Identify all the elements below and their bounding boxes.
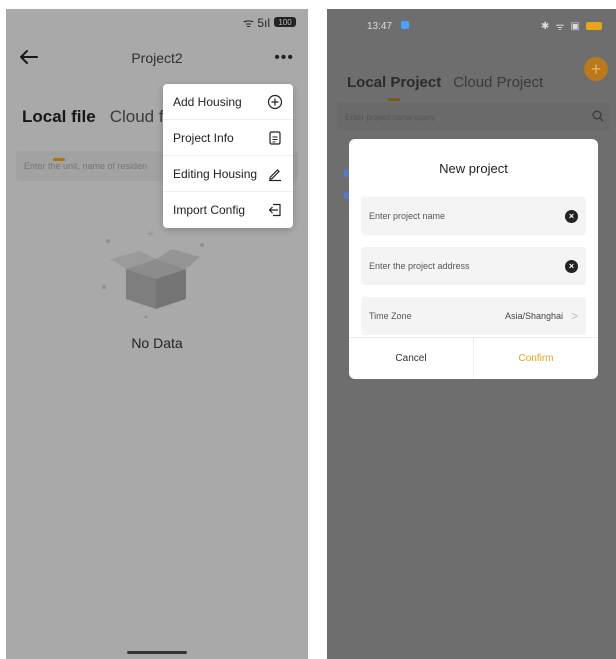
chevron-right-icon: > xyxy=(570,309,578,323)
active-tab-indicator xyxy=(388,97,401,101)
time-zone-selector[interactable]: Time Zone Asia/Shanghai > xyxy=(361,297,586,335)
clear-icon[interactable]: × xyxy=(565,209,578,223)
screen-icon: ▣ xyxy=(570,20,580,32)
pencil-icon xyxy=(267,166,283,182)
document-icon xyxy=(267,130,283,146)
menu-item-editing-housing[interactable]: Editing Housing xyxy=(163,156,293,192)
home-indicator xyxy=(127,651,187,654)
menu-item-label: Project Info xyxy=(173,130,234,145)
notification-icon xyxy=(400,20,409,29)
search-icon[interactable] xyxy=(592,110,604,125)
menu-item-project-info[interactable]: Project Info xyxy=(163,120,293,156)
tab-cloud-project[interactable]: Cloud Project xyxy=(453,74,543,91)
menu-item-add-housing[interactable]: Add Housing xyxy=(163,84,293,120)
project-address-field[interactable]: Enter the project address × xyxy=(361,247,586,285)
project-name-field[interactable]: Enter project name × xyxy=(361,197,586,235)
time-zone-value: Asia/Shanghai xyxy=(504,311,563,321)
tab-label: Local Project xyxy=(347,73,442,91)
wifi-icon: ᯤ xyxy=(555,22,565,33)
cancel-button[interactable]: Cancel xyxy=(349,338,473,379)
project-search-input[interactable]: Enter project name query xyxy=(337,103,610,131)
menu-item-label: Import Config xyxy=(173,203,246,217)
tab-bar: Local Project Cloud Project + xyxy=(327,43,616,103)
new-project-dialog: New project Enter project name × Enter t… xyxy=(349,139,598,379)
dialog-title: New project xyxy=(439,160,508,176)
menu-item-label: Add Housing xyxy=(173,94,242,109)
bluetooth-icon: ✱ xyxy=(541,20,550,32)
status-bar: 13:47 ✱ ᯤ ▣ xyxy=(327,9,616,43)
battery-icon xyxy=(586,22,602,30)
confirm-button[interactable]: Confirm xyxy=(473,338,598,379)
status-time: 13:47 xyxy=(367,20,393,32)
menu-item-import-config[interactable]: Import Config xyxy=(163,192,293,228)
search-placeholder: Enter project name query xyxy=(345,112,435,122)
plus-icon: + xyxy=(590,59,602,79)
tab-local-project[interactable]: Local Project xyxy=(347,73,442,101)
clear-icon[interactable]: × xyxy=(565,259,578,273)
menu-item-label: Editing Housing xyxy=(173,166,258,181)
left-screen: ᯤ 5ıl 100 Project2 ••• Local file Cloud … xyxy=(6,9,308,659)
time-zone-label: Time Zone xyxy=(369,311,412,321)
field-placeholder: Enter the project address xyxy=(369,261,470,271)
dialog-actions: Cancel Confirm xyxy=(349,337,598,379)
import-icon xyxy=(267,202,283,218)
more-options-menu: Add Housing Project Info Editing Housing… xyxy=(163,84,293,228)
time-zone-value-group: Asia/Shanghai > xyxy=(505,309,578,323)
plus-circle-icon xyxy=(267,94,283,110)
field-placeholder: Enter project name xyxy=(369,211,446,221)
status-time-group: 13:47 xyxy=(367,20,409,32)
add-project-button[interactable]: + xyxy=(584,57,608,81)
tab-label: Cloud Project xyxy=(453,73,544,91)
status-icons: ✱ ᯤ ▣ xyxy=(541,19,602,33)
